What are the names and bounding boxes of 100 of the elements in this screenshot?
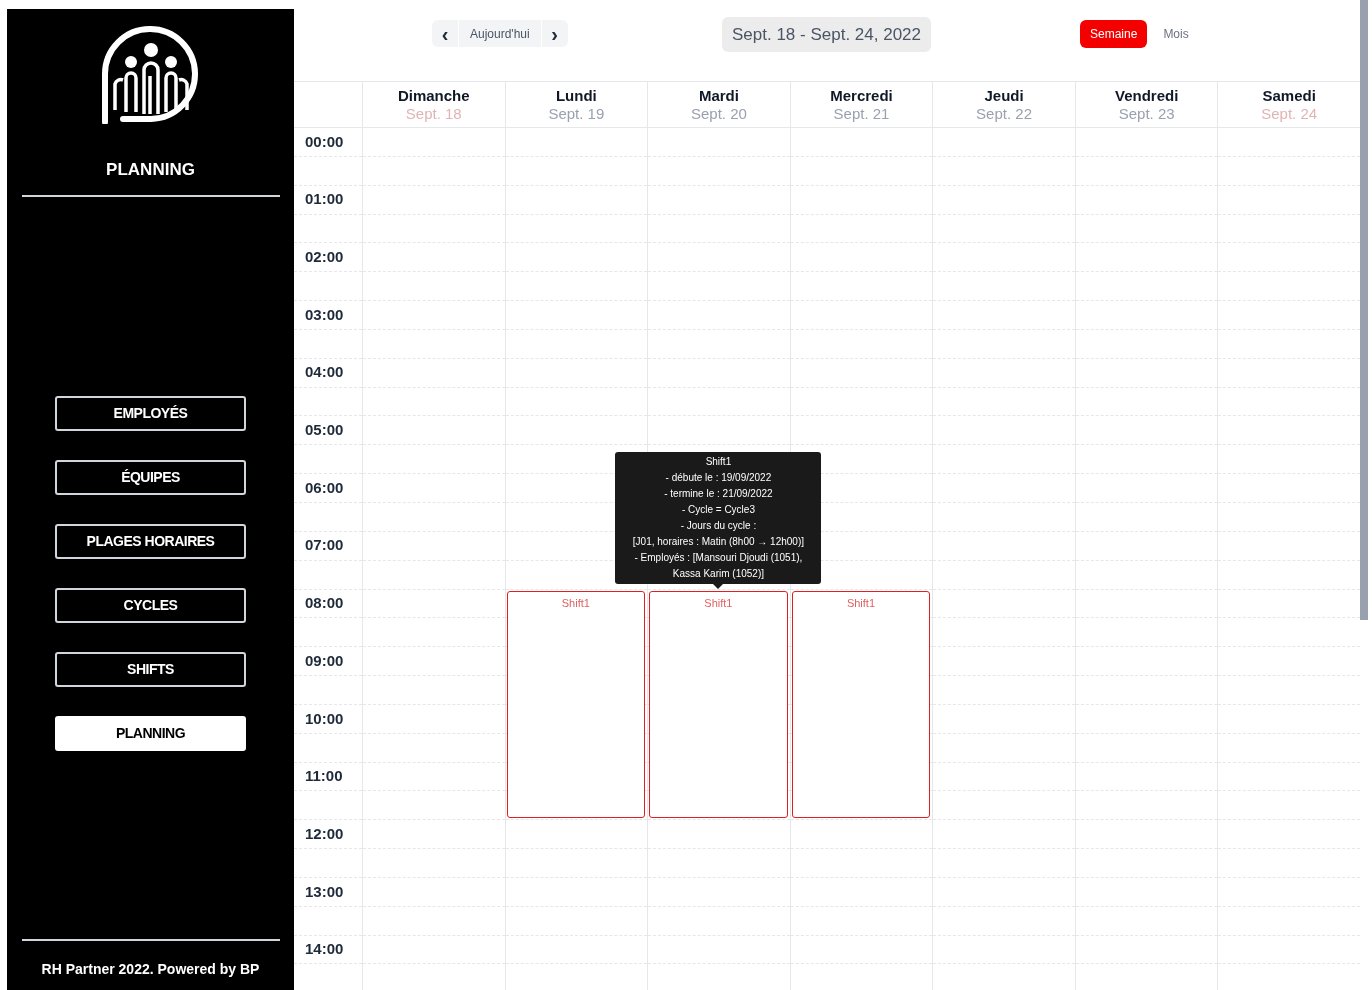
time-slot[interactable] [362, 358, 505, 417]
time-slot[interactable] [1217, 935, 1360, 990]
time-slot[interactable] [1074, 416, 1218, 475]
time-slot[interactable] [789, 935, 933, 990]
time-slot[interactable] [647, 358, 790, 417]
time-slot[interactable] [362, 531, 505, 590]
time-slot[interactable] [932, 185, 1075, 244]
time-slot[interactable] [504, 185, 648, 244]
time-slot[interactable] [362, 935, 505, 990]
time-slot[interactable] [932, 589, 1075, 648]
time-slot[interactable] [362, 416, 505, 475]
time-slot[interactable] [362, 243, 505, 302]
previous-button[interactable]: ‹ [432, 20, 458, 47]
hour-label: 06:00 [305, 477, 344, 498]
time-slot[interactable] [932, 647, 1075, 705]
time-slot[interactable] [647, 935, 790, 990]
time-slot[interactable] [504, 820, 648, 878]
time-slot[interactable] [789, 185, 933, 244]
time-slot[interactable] [362, 301, 505, 359]
day-name: Vendredi [1114, 86, 1179, 105]
time-slot[interactable] [362, 704, 505, 763]
time-slot[interactable] [1074, 358, 1218, 417]
time-slot[interactable] [932, 243, 1075, 302]
nav-button[interactable]: PLANNING [55, 715, 246, 751]
time-slot[interactable] [362, 762, 505, 821]
time-slot[interactable] [932, 704, 1075, 763]
time-slot[interactable] [504, 358, 648, 417]
hour-label: 00:00 [305, 131, 344, 152]
time-slot[interactable] [647, 128, 790, 186]
next-button[interactable]: › [541, 20, 568, 47]
logo-icon [100, 26, 201, 124]
nav-button[interactable]: SHIFTS [55, 651, 246, 687]
nav-button[interactable]: ÉQUIPES [55, 459, 246, 495]
time-slot[interactable] [647, 820, 790, 878]
time-slot[interactable] [504, 128, 648, 186]
hour-label: 07:00 [305, 535, 344, 556]
day-name: Mercredi [830, 86, 893, 105]
time-slot[interactable] [362, 589, 505, 648]
time-slot[interactable] [1074, 877, 1218, 936]
nav-button[interactable]: PLAGES HORAIRES [55, 523, 246, 559]
time-slot[interactable] [1217, 704, 1360, 763]
hour-label: 01:00 [305, 189, 344, 210]
time-slot[interactable] [504, 877, 648, 936]
time-slot[interactable] [1074, 820, 1218, 878]
time-slot[interactable] [1217, 647, 1360, 705]
time-slot[interactable] [789, 128, 933, 186]
time-slot[interactable] [362, 647, 505, 705]
time-slot[interactable] [647, 185, 790, 244]
time-slot[interactable] [504, 243, 648, 302]
time-slot[interactable] [362, 128, 505, 186]
time-slot[interactable] [932, 301, 1075, 359]
event-block[interactable]: Shift1 [506, 590, 646, 819]
time-slot[interactable] [1074, 589, 1218, 648]
time-slot[interactable] [1074, 531, 1218, 590]
time-slot[interactable] [932, 358, 1075, 417]
time-slot[interactable] [789, 358, 933, 417]
day-name: Lundi [555, 86, 597, 105]
time-slot[interactable] [647, 877, 790, 936]
time-slot[interactable] [1217, 877, 1360, 936]
day-name: Mardi [698, 86, 739, 105]
time-slot[interactable] [1074, 243, 1218, 302]
time-slot[interactable] [362, 820, 505, 878]
time-slot[interactable] [1074, 935, 1218, 990]
time-slot[interactable] [504, 301, 648, 359]
time-slot[interactable] [362, 185, 505, 244]
today-button[interactable]: Aujourd'hui [458, 20, 542, 47]
time-slot[interactable] [789, 877, 933, 936]
time-slot[interactable] [789, 301, 933, 359]
time-slot[interactable] [789, 243, 933, 302]
time-slot[interactable] [647, 243, 790, 302]
time-slot[interactable] [647, 301, 790, 359]
time-slot[interactable] [932, 877, 1075, 936]
time-slot[interactable] [932, 416, 1075, 475]
scrollbar[interactable] [1360, 0, 1368, 620]
time-slot[interactable] [1074, 301, 1218, 359]
time-slot[interactable] [932, 474, 1075, 532]
time-slot[interactable] [1074, 647, 1218, 705]
time-slot[interactable] [789, 820, 933, 878]
time-slot[interactable] [932, 531, 1075, 590]
hour-label: 04:00 [305, 362, 344, 383]
nav-button[interactable]: CYCLES [55, 587, 246, 623]
time-slot[interactable] [932, 128, 1075, 186]
time-slot[interactable] [362, 474, 505, 532]
time-slot[interactable] [1074, 185, 1218, 244]
time-slot[interactable] [932, 762, 1075, 821]
nav-button[interactable]: EMPLOYÉS [55, 395, 246, 431]
time-slot[interactable] [362, 877, 505, 936]
time-slot[interactable] [932, 935, 1075, 990]
time-slot[interactable] [1217, 762, 1360, 821]
time-slot[interactable] [932, 820, 1075, 878]
time-slot[interactable] [1074, 474, 1218, 532]
time-slot[interactable] [504, 935, 648, 990]
time-slot[interactable] [1217, 820, 1360, 878]
event-block[interactable]: Shift1 [649, 590, 788, 819]
time-slot[interactable] [1074, 128, 1218, 186]
time-slot[interactable] [1074, 762, 1218, 821]
hour-label: 03:00 [305, 304, 344, 325]
view-tab[interactable]: Semaine [1080, 20, 1148, 48]
time-slot[interactable] [1074, 704, 1218, 763]
event-block[interactable]: Shift1 [791, 590, 931, 819]
